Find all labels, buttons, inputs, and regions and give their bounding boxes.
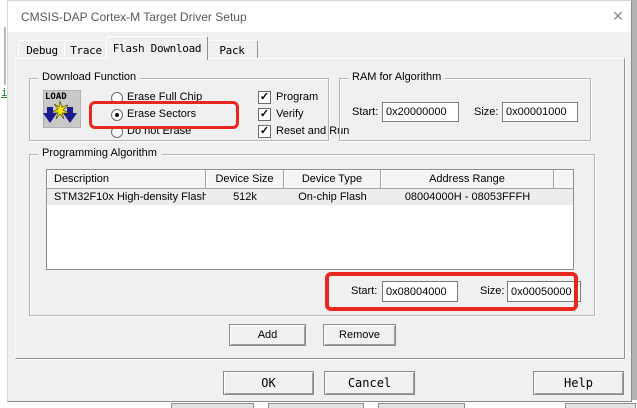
radio-do-not-erase-label: Do not Erase bbox=[127, 125, 191, 137]
column-device-type[interactable]: Device Type bbox=[284, 170, 381, 188]
tab-debug[interactable]: Debug bbox=[18, 40, 66, 59]
tab-trace[interactable]: Trace bbox=[64, 40, 108, 59]
download-function-group: Download Function LOAD Erase Full Chip E… bbox=[29, 78, 329, 141]
checkbox-verify-label: Verify bbox=[276, 108, 304, 120]
programming-algorithm-group: Programming Algorithm Description Device… bbox=[29, 154, 595, 316]
background-editor-strip: i bbox=[0, 0, 7, 408]
column-address-range[interactable]: Address Range bbox=[381, 170, 554, 188]
ram-size-label: Size: bbox=[474, 106, 498, 118]
radio-erase-full-chip-label: Erase Full Chip bbox=[127, 91, 202, 103]
radio-do-not-erase[interactable] bbox=[111, 126, 123, 138]
column-device-size[interactable]: Device Size bbox=[206, 170, 284, 188]
checkbox-reset-and-run[interactable]: ✓ bbox=[258, 125, 271, 138]
background-button bbox=[171, 403, 254, 408]
tab-debug-label: Debug bbox=[26, 44, 58, 57]
help-button-label: Help bbox=[564, 376, 593, 390]
flash-download-tab-page: Download Function LOAD Erase Full Chip E… bbox=[15, 58, 625, 359]
add-button-label: Add bbox=[258, 329, 278, 341]
programming-algorithm-legend: Programming Algorithm bbox=[38, 147, 161, 159]
remove-button[interactable]: Remove bbox=[323, 324, 396, 346]
tab-pack-label: Pack bbox=[219, 44, 244, 57]
download-function-legend: Download Function bbox=[38, 71, 140, 83]
radio-erase-sectors[interactable] bbox=[111, 109, 123, 121]
remove-button-label: Remove bbox=[339, 329, 380, 341]
ram-start-input[interactable] bbox=[382, 102, 459, 122]
check-icon: ✓ bbox=[260, 126, 269, 137]
cell-device-size: 512k bbox=[206, 189, 284, 205]
check-icon: ✓ bbox=[260, 109, 269, 120]
ok-button-label: OK bbox=[261, 376, 275, 390]
ram-start-label: Start: bbox=[352, 106, 378, 118]
dialog-title: CMSIS-DAP Cortex-M Target Driver Setup bbox=[21, 10, 247, 24]
flash-size-label: Size: bbox=[480, 285, 504, 297]
column-description[interactable]: Description bbox=[47, 170, 206, 188]
svg-text:LOAD: LOAD bbox=[45, 92, 67, 102]
algorithm-table[interactable]: Description Device Size Device Type Addr… bbox=[46, 169, 574, 270]
cell-device-type: On-chip Flash bbox=[284, 189, 381, 205]
background-button bbox=[565, 403, 636, 408]
tab-flash-download-label: Flash Download bbox=[113, 42, 202, 55]
cancel-button[interactable]: Cancel bbox=[324, 371, 415, 395]
tab-trace-label: Trace bbox=[70, 44, 102, 57]
radio-erase-sectors-label: Erase Sectors bbox=[127, 108, 196, 120]
ram-for-algorithm-group: RAM for Algorithm Start: Size: bbox=[339, 78, 591, 141]
algorithm-table-header: Description Device Size Device Type Addr… bbox=[47, 170, 573, 189]
column-spacer bbox=[554, 170, 573, 188]
help-button[interactable]: Help bbox=[533, 371, 624, 395]
titlebar: CMSIS-DAP Cortex-M Target Driver Setup ✕ bbox=[8, 1, 631, 32]
screen: i CMSIS-DAP Cortex-M Target Driver Setup… bbox=[0, 0, 637, 408]
ram-size-input[interactable] bbox=[502, 102, 578, 122]
ram-for-algorithm-legend: RAM for Algorithm bbox=[348, 71, 445, 83]
checkbox-program-label: Program bbox=[276, 91, 318, 103]
ok-button[interactable]: OK bbox=[223, 371, 314, 395]
cancel-button-label: Cancel bbox=[348, 376, 391, 390]
load-icon: LOAD bbox=[43, 90, 81, 128]
background-scrollbar bbox=[4, 27, 6, 85]
background-button bbox=[378, 403, 465, 408]
add-button[interactable]: Add bbox=[229, 324, 306, 346]
cell-address-range: 08004000H - 08053FFFH bbox=[381, 189, 554, 205]
cell-description: STM32F10x High-density Flash bbox=[47, 189, 206, 205]
table-row[interactable]: STM32F10x High-density Flash 512k On-chi… bbox=[47, 189, 573, 205]
close-icon[interactable]: ✕ bbox=[608, 6, 628, 26]
flash-start-input[interactable] bbox=[382, 281, 458, 302]
radio-erase-full-chip[interactable] bbox=[111, 92, 123, 104]
flash-start-label: Start: bbox=[351, 285, 377, 297]
checkbox-verify[interactable]: ✓ bbox=[258, 108, 271, 121]
flash-size-input[interactable] bbox=[507, 281, 581, 302]
checkbox-program[interactable]: ✓ bbox=[258, 91, 271, 104]
target-driver-setup-dialog: CMSIS-DAP Cortex-M Target Driver Setup ✕… bbox=[7, 0, 632, 402]
check-icon: ✓ bbox=[260, 92, 269, 103]
tab-flash-download[interactable]: Flash Download bbox=[106, 36, 208, 60]
tab-pack[interactable]: Pack bbox=[206, 40, 258, 59]
background-button bbox=[268, 403, 364, 408]
